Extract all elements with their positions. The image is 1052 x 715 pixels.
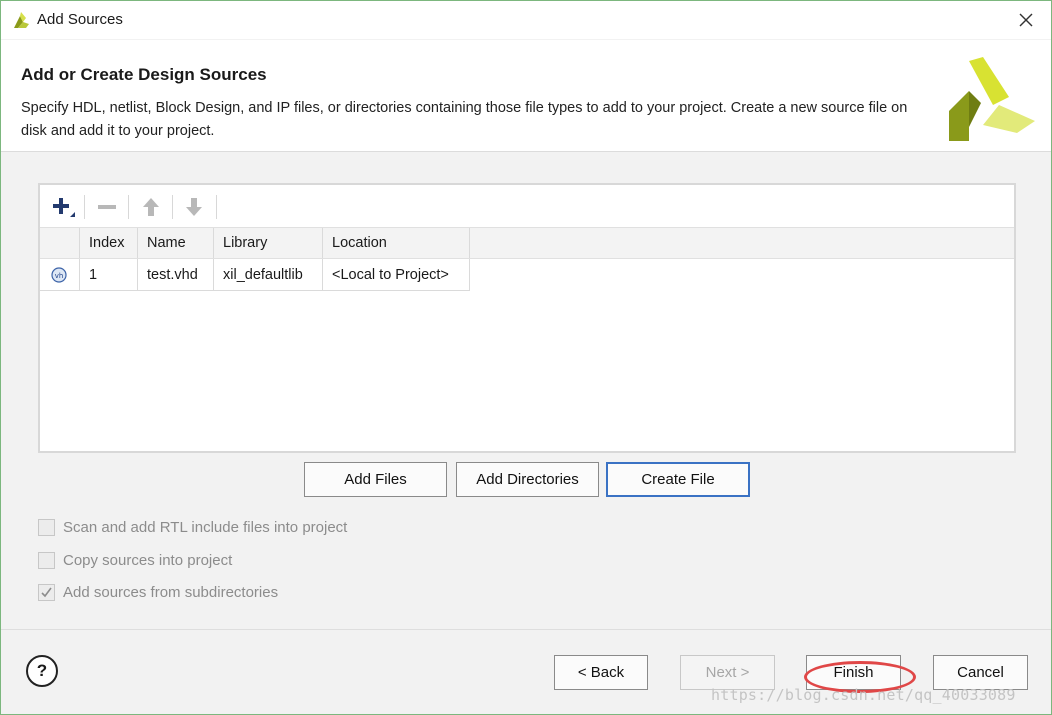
dialog-header: Add or Create Design Sources Specify HDL… (1, 40, 1051, 152)
row-library[interactable]: xil_defaultlib (214, 259, 323, 291)
arrow-down-icon (186, 198, 202, 216)
column-header-name[interactable]: Name (138, 228, 214, 258)
add-directories-button[interactable]: Add Directories (456, 462, 599, 497)
checkbox[interactable] (38, 518, 55, 536)
page-description: Specify HDL, netlist, Block Design, and … (21, 100, 908, 139)
checkbox[interactable] (38, 551, 55, 569)
page-title: Add or Create Design Sources (21, 65, 267, 84)
option-label: Copy sources into project (63, 551, 233, 569)
row-name: test.vhd (138, 259, 214, 291)
svg-text:vh: vh (55, 272, 64, 280)
option-label: Scan and add RTL include files into proj… (63, 518, 348, 536)
option-scan-rtl[interactable]: Scan and add RTL include files into proj… (38, 516, 347, 538)
column-header-index[interactable]: Index (80, 228, 138, 258)
option-copy-sources[interactable]: Copy sources into project (38, 549, 232, 571)
row-index: 1 (80, 259, 138, 291)
table-toolbar (40, 185, 1014, 227)
option-label: Add sources from subdirectories (63, 583, 279, 601)
vhdl-file-icon: vh (51, 266, 67, 283)
row-location: <Local to Project> (323, 259, 470, 291)
option-subdirectories[interactable]: Add sources from subdirectories (38, 581, 278, 603)
add-files-button[interactable]: Add Files (304, 462, 447, 497)
vivado-brand-logo (949, 57, 1035, 141)
checkbox[interactable] (38, 583, 55, 601)
column-header-library[interactable]: Library (214, 228, 323, 258)
move-down-button[interactable] (179, 193, 209, 221)
toolbar-separator (128, 195, 129, 219)
table-row[interactable]: vh 1 test.vhd xil_defaultlib <Local to P… (40, 259, 1014, 291)
window-title: Add Sources (37, 11, 123, 28)
move-up-button[interactable] (136, 193, 166, 221)
add-sources-dialog: Add Sources Add or Create Design Sources… (0, 0, 1052, 715)
vivado-logo-icon (14, 12, 29, 28)
arrow-up-icon (143, 198, 159, 216)
next-button[interactable]: Next > (680, 655, 775, 690)
column-header-icon (40, 228, 80, 258)
close-button[interactable] (1011, 5, 1041, 35)
sources-table-panel: Index Name Library Location vh 1 test.vh… (38, 183, 1016, 453)
footer-divider (1, 629, 1051, 630)
close-icon (1019, 13, 1033, 27)
plus-icon (53, 198, 75, 217)
back-button[interactable]: < Back (554, 655, 648, 690)
toolbar-separator (172, 195, 173, 219)
toolbar-separator (84, 195, 85, 219)
checkmark-icon (41, 587, 52, 597)
minus-icon (98, 205, 116, 209)
help-icon: ? (36, 661, 48, 680)
help-button[interactable]: ? (26, 655, 58, 687)
title-bar: Add Sources (1, 1, 1051, 39)
create-file-button[interactable]: Create File (606, 462, 750, 497)
row-icon-cell: vh (40, 259, 80, 291)
remove-source-button[interactable] (92, 193, 122, 221)
add-source-button[interactable] (48, 193, 78, 221)
toolbar-separator (216, 195, 217, 219)
cancel-button[interactable]: Cancel (933, 655, 1028, 690)
finish-button[interactable]: Finish (806, 655, 901, 690)
table-header: Index Name Library Location (40, 227, 1014, 259)
column-header-location[interactable]: Location (323, 228, 470, 258)
